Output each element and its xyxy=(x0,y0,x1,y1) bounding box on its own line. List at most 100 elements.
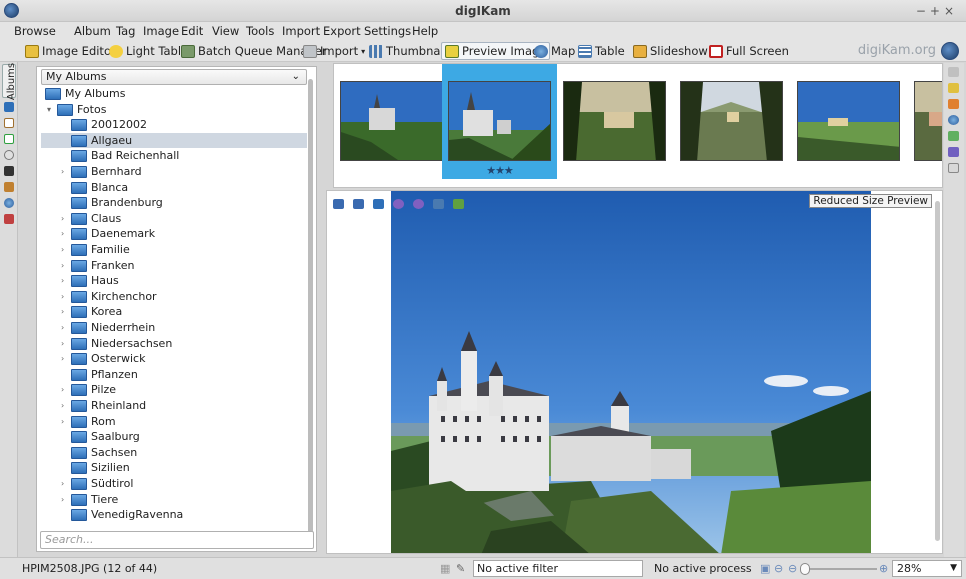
thumbnail-item[interactable] xyxy=(557,64,672,179)
expand-icon[interactable]: › xyxy=(61,336,64,351)
album-item[interactable]: › Bernhard xyxy=(41,164,307,180)
menu-export[interactable]: Export xyxy=(323,24,361,38)
expand-icon[interactable]: › xyxy=(61,242,64,257)
digikam-logo-icon[interactable] xyxy=(941,42,959,60)
expand-icon[interactable]: › xyxy=(61,226,64,241)
tab-albums[interactable]: Albums xyxy=(2,63,17,100)
expand-icon[interactable]: › xyxy=(61,492,64,507)
album-item[interactable]: › Claus xyxy=(41,211,307,227)
album-item[interactable]: 20012002 xyxy=(41,117,307,133)
album-item[interactable]: Brandenburg xyxy=(41,195,307,211)
album-item[interactable]: VenedigRavenna xyxy=(41,507,307,523)
slideshow-button[interactable]: Slideshow ▾ xyxy=(630,42,718,60)
close-icon[interactable]: × xyxy=(944,4,958,18)
zoom-slider-track[interactable] xyxy=(805,568,877,570)
thumbnail-item[interactable] xyxy=(791,64,906,179)
calendar-icon[interactable] xyxy=(4,134,14,144)
metadata-icon[interactable] xyxy=(948,83,959,93)
album-item[interactable]: Saalburg xyxy=(41,429,307,445)
album-item[interactable]: Pflanzen xyxy=(41,367,307,383)
expand-icon[interactable]: › xyxy=(61,351,64,366)
thumbnail-item[interactable] xyxy=(908,64,942,179)
album-item[interactable]: › Rom xyxy=(41,414,307,430)
expand-icon[interactable]: › xyxy=(61,304,64,319)
album-item[interactable]: › Pilze xyxy=(41,382,307,398)
geolocation-icon[interactable] xyxy=(948,115,959,125)
import-button[interactable]: Import ▾ xyxy=(300,42,368,60)
menu-edit[interactable]: Edit xyxy=(181,24,203,38)
menu-tools[interactable]: Tools xyxy=(246,24,274,38)
previous-arrow-icon[interactable] xyxy=(333,199,344,209)
menu-album[interactable]: Album xyxy=(74,24,111,38)
album-item[interactable]: › Tiere xyxy=(41,492,307,508)
album-item[interactable]: › Familie xyxy=(41,242,307,258)
album-folder-icon[interactable] xyxy=(373,199,384,209)
thumbnail-item-selected[interactable]: ★★★ xyxy=(442,64,557,179)
expand-icon[interactable]: › xyxy=(61,164,64,179)
album-item[interactable]: › Niederrhein xyxy=(41,320,307,336)
album-item[interactable]: › Rheinland xyxy=(41,398,307,414)
albums-selector[interactable]: My Albums ⌄ xyxy=(41,69,307,85)
thumbnail-item[interactable] xyxy=(674,64,789,179)
expand-icon[interactable]: › xyxy=(61,273,64,288)
album-item[interactable]: › Niedersachsen xyxy=(41,336,307,352)
album-item[interactable]: › Haus xyxy=(41,273,307,289)
zoom-slider-handle[interactable] xyxy=(800,563,810,575)
full-screen-button[interactable]: Full Screen xyxy=(706,42,792,60)
fuzzy-search-icon[interactable] xyxy=(4,182,14,192)
menu-image[interactable]: Image xyxy=(143,24,179,38)
properties-icon[interactable] xyxy=(948,67,959,77)
album-item[interactable]: › Osterwick xyxy=(41,351,307,367)
zoom-level-select[interactable]: 28% ▼ xyxy=(892,560,962,577)
versions-icon[interactable] xyxy=(948,147,959,157)
expand-icon[interactable]: › xyxy=(61,320,64,335)
person-icon[interactable] xyxy=(433,199,444,209)
menu-help[interactable]: Help xyxy=(412,24,438,38)
menu-view[interactable]: View xyxy=(212,24,239,38)
album-item[interactable]: › Kirchenchor xyxy=(41,289,307,305)
captions-icon[interactable] xyxy=(948,131,959,141)
album-search-input[interactable]: Search... xyxy=(40,531,314,549)
menu-settings[interactable]: Settings xyxy=(364,24,411,38)
album-item[interactable]: Bad Reichenhall xyxy=(41,148,307,164)
expand-icon[interactable]: › xyxy=(61,382,64,397)
zoom-out-icon[interactable]: ⊖ xyxy=(774,562,783,575)
menu-tag[interactable]: Tag xyxy=(116,24,135,38)
zoom-in-icon[interactable]: ⊕ xyxy=(879,562,888,575)
filter-icon[interactable]: ▦ xyxy=(440,562,450,575)
colors-icon[interactable] xyxy=(948,99,959,109)
preview-photo[interactable] xyxy=(391,191,871,553)
brand-text[interactable]: digiKam.org xyxy=(858,43,936,58)
table-button[interactable]: Table xyxy=(575,42,628,60)
fit-to-window-icon[interactable]: ▣ xyxy=(760,562,770,575)
thumbnail-item[interactable] xyxy=(334,64,449,179)
image-editor-button[interactable]: Image Editor xyxy=(22,42,119,60)
album-item[interactable]: › Daenemark xyxy=(41,226,307,242)
zoom-out-small-icon[interactable]: ⊖ xyxy=(788,562,797,575)
labels-icon[interactable] xyxy=(4,118,14,128)
filter-settings-icon[interactable]: ✎ xyxy=(456,562,465,575)
preview-scrollbar[interactable] xyxy=(935,201,940,541)
timeline-icon[interactable] xyxy=(4,150,14,160)
collapse-icon[interactable]: ▾ xyxy=(47,102,51,117)
album-item[interactable]: Sizilien xyxy=(41,460,307,476)
map-button[interactable]: Map xyxy=(531,42,578,60)
maximize-icon[interactable]: + xyxy=(930,4,944,18)
expand-icon[interactable]: › xyxy=(61,476,64,491)
search-icon[interactable] xyxy=(4,166,14,176)
expand-icon[interactable]: › xyxy=(61,398,64,413)
album-item[interactable]: › Südtirol xyxy=(41,476,307,492)
image-preview-pane[interactable]: Reduced Size Preview xyxy=(326,190,943,554)
album-item[interactable]: Blanca xyxy=(41,180,307,196)
album-item[interactable]: Sachsen xyxy=(41,445,307,461)
rating-stars[interactable]: ★★★ xyxy=(442,164,557,177)
tree-node-fotos[interactable]: ▾ Fotos xyxy=(41,102,307,118)
menu-import[interactable]: Import xyxy=(282,24,320,38)
next-arrow-icon[interactable] xyxy=(353,199,364,209)
minimize-icon[interactable]: − xyxy=(916,4,930,18)
expand-icon[interactable]: › xyxy=(61,289,64,304)
filters-icon[interactable] xyxy=(948,163,959,173)
expand-icon[interactable]: › xyxy=(61,258,64,273)
menu-browse[interactable]: Browse xyxy=(14,24,56,38)
expand-icon[interactable]: › xyxy=(61,211,64,226)
